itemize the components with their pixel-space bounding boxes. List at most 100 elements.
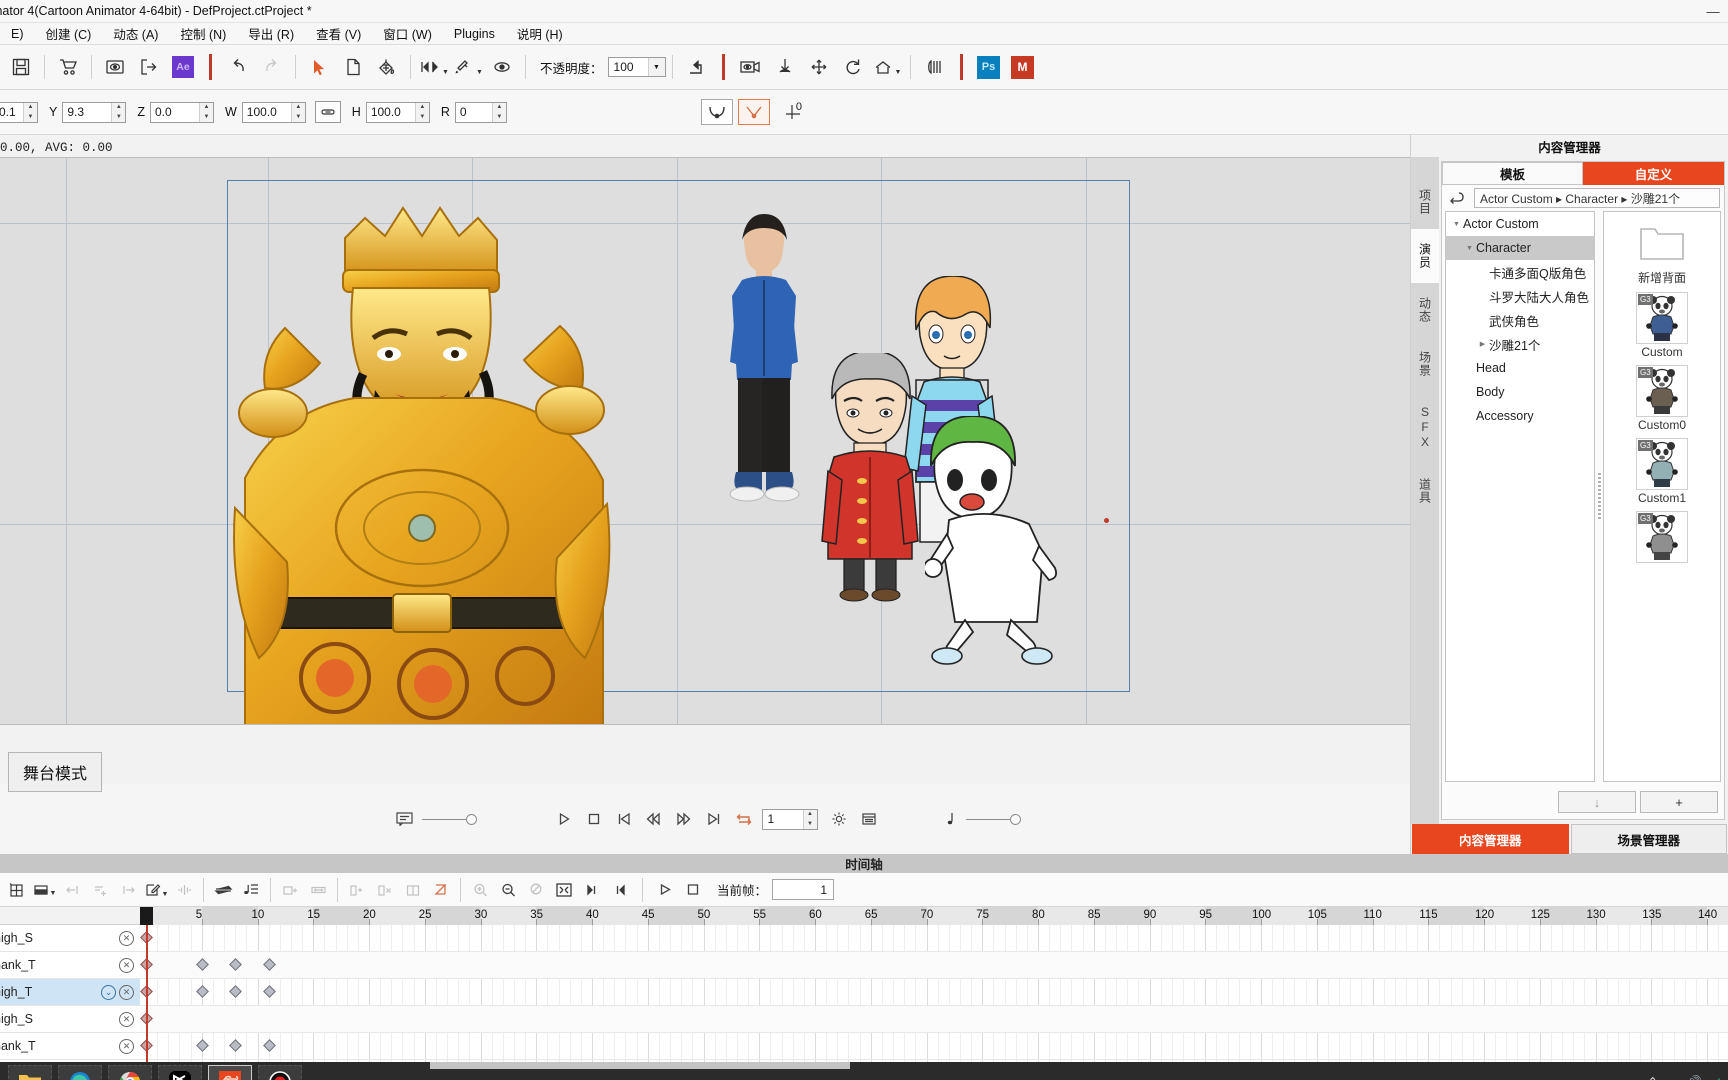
playhead-cap[interactable] (140, 907, 153, 925)
frame-count-input[interactable]: 1 ▲ ▼ (761, 808, 818, 830)
splitter-handle[interactable] (1595, 211, 1603, 782)
tree-item-8[interactable]: Accessory (1446, 404, 1594, 428)
camera-icon[interactable] (734, 50, 768, 84)
horizontal-scrollbar[interactable] (430, 1062, 850, 1069)
swap-icon[interactable] (209, 877, 237, 903)
track-name-row[interactable]: hank_T ✕ (0, 1033, 140, 1060)
vertical-tab-4[interactable]: SFX (1411, 391, 1439, 464)
track-name-row[interactable]: high_S ✕ (0, 925, 140, 952)
vertical-tab-3[interactable]: 场景 (1411, 337, 1439, 391)
link-icon[interactable]: ▼ (451, 50, 485, 84)
track-name-row[interactable]: high_T ⌄✕ (0, 979, 140, 1006)
stage-character-old-lady[interactable] (818, 350, 923, 608)
track-name-row[interactable]: hank_T ✕ (0, 952, 140, 979)
prev-frame-icon[interactable] (639, 805, 669, 833)
keyframe[interactable] (262, 958, 276, 971)
paint-bucket-icon[interactable] (370, 50, 404, 84)
mirror-icon[interactable] (917, 50, 951, 84)
tree-item-0[interactable]: ▼ Actor Custom (1446, 212, 1594, 236)
taskbar-item-edge-browser[interactable] (58, 1065, 102, 1080)
rotate-icon[interactable] (836, 50, 870, 84)
pointer-icon[interactable] (302, 50, 336, 84)
w-input[interactable]: 100.0 ▲ ▼ (241, 101, 306, 123)
chevron-down-icon[interactable]: ▼ (895, 69, 902, 76)
y-input[interactable]: 9.3 ▲ ▼ (62, 101, 127, 123)
thumbnail-item-1[interactable]: G3 Custom (1634, 292, 1690, 363)
tree-item-5[interactable]: ▶ 沙雕21个 (1446, 332, 1594, 356)
linear-curve-toggle[interactable] (737, 99, 770, 125)
z-stepper[interactable]: ▲ ▼ (198, 102, 213, 122)
ps-icon[interactable]: Ps (972, 50, 1006, 84)
preview-icon[interactable] (98, 50, 132, 84)
subtitle-slider[interactable] (421, 813, 477, 825)
taskbar-item-file-explorer[interactable] (8, 1065, 52, 1080)
tree-item-6[interactable]: Head (1446, 356, 1594, 380)
chevron-down-icon[interactable]: ▼ (442, 69, 449, 76)
timeline-ruler[interactable]: 5 10 15 20 25 30 35 40 45 50 55 60 65 70 75 80 85 90 95 100… (140, 907, 1728, 925)
keyframe[interactable] (229, 985, 243, 998)
keyframe[interactable] (229, 958, 243, 971)
w-stepper[interactable]: ▲ ▼ (290, 102, 305, 122)
close-track-icon[interactable]: ✕ (119, 957, 134, 973)
stage-character-runner[interactable] (923, 415, 1070, 676)
timeline-stop-icon[interactable] (679, 877, 707, 903)
add-button[interactable]: + (1640, 791, 1718, 813)
panel-bottom-tab-1[interactable]: 场景管理器 (1570, 824, 1727, 854)
track-type-icon[interactable]: ▼ (30, 877, 58, 903)
keyframe[interactable] (195, 1039, 209, 1052)
stop-icon[interactable] (579, 805, 609, 833)
download-button[interactable]: ↓ (1558, 791, 1636, 813)
menu-item-0[interactable]: E) (0, 25, 35, 43)
thumbnail-item-4[interactable]: G3 (1634, 511, 1690, 568)
mark-in-icon[interactable] (578, 877, 606, 903)
vertical-tab-5[interactable]: 道具 (1411, 464, 1439, 518)
current-frame-input[interactable]: 1 (772, 879, 835, 900)
expand-track-icon[interactable]: ⌄ (101, 984, 116, 1000)
stage-canvas[interactable] (0, 157, 1410, 725)
volume-slider[interactable] (965, 813, 1021, 825)
track-name-row[interactable]: high_S ✕ (0, 1006, 140, 1033)
network-icon[interactable]: ▰ (1668, 1075, 1677, 1080)
fit-icon[interactable] (550, 877, 578, 903)
tree-item-7[interactable]: Body (1446, 380, 1594, 404)
panel-bottom-tab-0[interactable]: 内容管理器 (1412, 824, 1569, 854)
loop-icon[interactable] (729, 805, 759, 833)
export-icon[interactable] (132, 50, 166, 84)
play-icon[interactable] (549, 805, 579, 833)
thumbnail-item-3[interactable]: G3 Custom1 (1634, 438, 1690, 509)
menu-item-1[interactable]: 创建 (C) (35, 22, 103, 45)
tree-item-3[interactable]: 斗罗大陆大人角色 (1446, 284, 1594, 308)
flip-icon[interactable] (679, 50, 713, 84)
close-track-icon[interactable]: ✕ (119, 930, 134, 946)
close-track-icon[interactable]: ✕ (119, 984, 134, 1000)
keyframe[interactable] (262, 1039, 276, 1052)
next-frame-icon[interactable] (669, 805, 699, 833)
pin-icon[interactable] (768, 50, 802, 84)
gear-icon[interactable] (824, 805, 854, 833)
home-icon[interactable]: ▼ (870, 50, 904, 84)
keyframe[interactable] (195, 985, 209, 998)
tree-item-2[interactable]: 卡通多面Q版角色 (1446, 260, 1594, 284)
close-track-icon[interactable]: ✕ (119, 1011, 134, 1027)
selection-handle[interactable] (1104, 518, 1109, 523)
chevron-up-icon[interactable]: ⌃ (1648, 1075, 1658, 1080)
category-tree[interactable]: ▼ Actor Custom ▼ Character 卡通多面Q版角色 斗罗大陆大人角色武… (1445, 211, 1595, 782)
track-lane[interactable] (140, 979, 1728, 1006)
track-lane[interactable] (140, 1006, 1728, 1033)
breadcrumb[interactable]: Actor Custom ▸ Character ▸ 沙雕21个 (1474, 188, 1720, 208)
back-arrow-icon[interactable] (1446, 191, 1468, 205)
menu-item-7[interactable]: Plugins (443, 25, 506, 43)
subtitle-icon[interactable] (390, 805, 420, 833)
volume-icon[interactable]: 🔊 (1687, 1075, 1702, 1080)
tree-item-1[interactable]: ▼ Character (1446, 236, 1594, 260)
vertical-tab-0[interactable]: 项目 (1411, 175, 1439, 229)
link-wh-button[interactable] (314, 101, 341, 123)
align-icon[interactable]: ▼ (417, 50, 451, 84)
menu-item-2[interactable]: 动态 (A) (102, 22, 169, 45)
ae-icon[interactable]: Ae (166, 50, 200, 84)
transition-icon[interactable] (427, 877, 455, 903)
chevron-down-icon[interactable]: ▼ (1463, 245, 1476, 252)
stage-viewport[interactable]: 0.00, AVG: 0.00 舞台模式 ◤ (0, 135, 1411, 854)
menu-item-4[interactable]: 导出 (R) (237, 22, 305, 45)
timeline-play-icon[interactable] (651, 877, 679, 903)
